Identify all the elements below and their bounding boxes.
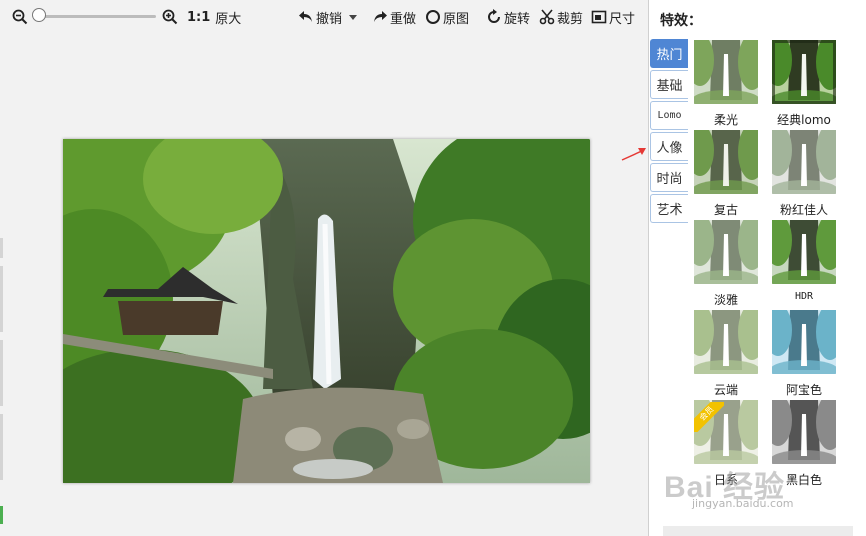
left-edge-mark [0,414,3,480]
panel-title: 特效： [660,13,702,29]
zoom-out-icon[interactable] [12,6,28,28]
undo-label: 撤销 [316,11,343,27]
undo-icon [298,9,314,25]
tab-portrait[interactable]: 人像 [650,132,688,161]
member-badge: 会员 [694,402,724,432]
effect-thumbnail[interactable] [772,220,836,284]
effect-label: 阿宝色 [785,383,822,397]
left-edge-mark [0,340,3,406]
effect-thumbnail[interactable] [772,310,836,374]
effect-label: 复古 [713,203,738,217]
redo-label: 重做 [390,11,417,27]
tab-art[interactable]: 艺术 [650,194,688,223]
effect-label: HDR [794,291,814,302]
left-edge-mark [0,266,3,332]
effect-thumbnail[interactable] [694,40,758,104]
original-image-button[interactable]: 原图 [425,6,469,28]
circle-icon [425,9,441,25]
effect-label: 粉红佳人 [779,203,828,217]
effect-label: 云端 [713,383,738,397]
size-label: 尺寸 [609,11,636,27]
effect-thumbnail[interactable] [772,130,836,194]
toolbar: 1:1 原大 撤销 重做 原图 旋转 裁剪 尺寸 [0,0,648,36]
watermark-url: jingyan.baidu.com [692,497,794,510]
crop-label: 裁剪 [557,11,584,27]
rotate-icon [486,9,502,25]
effect-label: 淡雅 [713,293,738,307]
original-size-button[interactable]: 1:1 原大 [187,6,241,28]
zoom-in-icon[interactable] [162,6,178,28]
annotation-arrow-icon [621,148,646,161]
tab-basic[interactable]: 基础 [650,70,688,99]
chevron-down-icon [348,13,358,21]
redo-icon [372,9,388,25]
left-edge-active-mark [0,506,3,524]
tab-lomo[interactable]: Lomo [650,101,688,130]
crop-button[interactable]: 裁剪 [539,6,583,28]
panel-footer-bar [663,526,853,536]
tab-fashion[interactable]: 时尚 [650,163,688,192]
zoom-slider-track[interactable] [34,15,156,18]
resize-button[interactable]: 尺寸 [591,6,635,28]
zoom-slider-thumb[interactable] [32,8,46,22]
effect-thumbnail[interactable] [772,40,836,104]
scissors-icon [539,9,555,25]
original-label: 原图 [443,11,470,27]
zoom-ratio: 1:1 [187,9,211,25]
original-size-label: 原大 [215,11,242,27]
effect-thumbnail[interactable] [694,310,758,374]
edited-photo[interactable] [63,139,590,483]
rotate-button[interactable]: 旋转 [486,6,530,28]
effect-thumbnail[interactable] [694,220,758,284]
effect-label: 柔光 [713,113,738,127]
effect-label: 经典lomo [777,113,831,127]
undo-button[interactable]: 撤销 [298,6,342,28]
left-edge-mark [0,238,3,258]
effect-thumbnail[interactable] [694,130,758,194]
redo-button[interactable]: 重做 [372,6,416,28]
resize-icon [591,9,607,25]
undo-history-dropdown[interactable] [348,6,358,28]
rotate-label: 旋转 [504,11,531,27]
tab-hot[interactable]: 热门 [650,39,688,68]
member-badge-label: 会员 [694,402,724,432]
effect-thumbnail[interactable] [772,400,836,464]
